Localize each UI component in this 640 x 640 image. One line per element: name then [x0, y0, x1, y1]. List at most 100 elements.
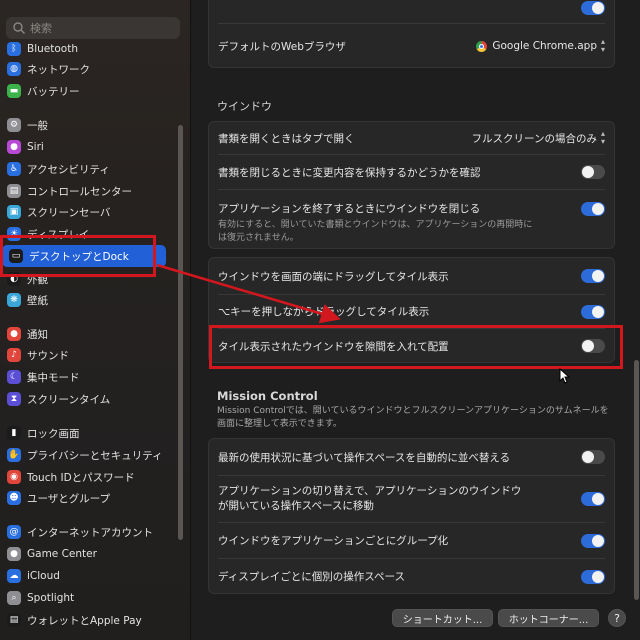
touchid-icon: ◉	[7, 470, 21, 484]
mission-control-title: Mission Control	[217, 389, 318, 403]
sidebar-item-label: Touch IDとパスワード	[27, 471, 135, 484]
sidebar-item-touchid[interactable]: ◉ Touch IDとパスワード	[0, 466, 182, 488]
users-icon: ☻	[7, 491, 21, 505]
windows-section-title: ウインドウ	[217, 100, 272, 113]
tile-margins-label: タイル表示されたウインドウを隙間を入れて配置	[218, 340, 449, 353]
search-field[interactable]: 検索	[6, 17, 180, 39]
screensaver-icon: ▣	[7, 205, 21, 219]
sidebar-item-game-center[interactable]: ● Game Center	[0, 543, 182, 565]
sidebar-item-label: iCloud	[27, 570, 60, 582]
open-tabs-label: 書類を開くときはタブで開く	[218, 132, 355, 145]
sidebar-item-label: ウォレットとApple Pay	[27, 614, 142, 627]
sound-icon: ♪	[7, 348, 21, 362]
battery-icon: ▬	[7, 84, 21, 98]
sidebar-item-label: デスクトップとDock	[29, 250, 129, 263]
sidebar-item-siri[interactable]: ● Siri	[0, 136, 182, 158]
sidebar-item-label: コントロールセンター	[27, 185, 132, 198]
close-windows-toggle[interactable]	[581, 202, 605, 216]
wallpaper-icon: ❋	[7, 293, 21, 307]
updown-chevron-icon: ▴ ▾	[600, 129, 605, 146]
internet-accounts-icon: @	[7, 525, 21, 539]
sidebar-scrollbar[interactable]	[178, 125, 183, 540]
sidebar-item-accessibility[interactable]: ♿ アクセシビリティ	[0, 158, 182, 180]
separate-spaces-label: ディスプレイごとに個別の操作スペース	[218, 571, 406, 583]
sidebar-item-sound[interactable]: ♪ サウンド	[0, 344, 182, 366]
group-by-app-toggle[interactable]	[581, 533, 605, 548]
sidebar-item-control-center[interactable]: ▤ コントロールセンター	[0, 180, 182, 202]
sidebar: 検索 ᛒ Bluetooth ◍ ネットワーク ▬ バッテリー ⚙ 一般 ● Siri ♿ アクセシビ…	[0, 0, 191, 640]
mission-control-group: 最新の使用状況に基づいて操作スペースを自動的に並べ替える アプリケーションの切り…	[208, 438, 615, 594]
network-icon: ◍	[7, 62, 21, 76]
hot-corners-button[interactable]: ホットコーナー...	[498, 609, 599, 627]
tile-margins-toggle[interactable]	[581, 339, 605, 353]
sidebar-item-lock-screen[interactable]: ▮ ロック画面	[0, 422, 182, 444]
sidebar-item-bluetooth[interactable]: ᛒ Bluetooth	[0, 38, 182, 60]
sidebar-item-focus[interactable]: ☾ 集中モード	[0, 366, 182, 388]
row-ask-keep-changes: 書類を閉じるときに変更内容を保持するかどうかを確認	[209, 155, 614, 189]
row-open-tabs: 書類を開くときはタブで開く フルスクリーンの場合のみ ▴ ▾	[209, 122, 614, 154]
sidebar-item-label: プライバシーとセキュリティ	[27, 449, 163, 462]
sidebar-item-gear[interactable]: ⚙ 一般	[0, 114, 182, 136]
sidebar-item-label: ユーザとグループ	[27, 492, 111, 505]
separate-spaces-toggle[interactable]	[581, 569, 605, 584]
search-icon	[13, 22, 25, 34]
sidebar-item-label: ディスプレイ	[27, 228, 90, 241]
row-default-browser: デフォルトのWebブラウザ Google Chrome.app ▴ ▾	[209, 24, 614, 68]
gear-icon: ⚙	[7, 118, 21, 132]
open-tabs-popup[interactable]: フルスクリーンの場合のみ ▴ ▾	[472, 130, 606, 146]
sidebar-item-screentime[interactable]: ⧗ スクリーンタイム	[0, 388, 182, 410]
spotlight-icon: ⌕	[7, 591, 21, 605]
sidebar-item-spotlight[interactable]: ⌕ Spotlight	[0, 587, 182, 609]
sidebar-item-wallpaper[interactable]: ❋ 壁紙	[0, 289, 182, 311]
sidebar-item-dock[interactable]: ▭ デスクトップとDock	[2, 245, 166, 267]
appearance-icon: ◐	[7, 272, 21, 286]
group-by-app-label: ウインドウをアプリケーションごとにグループ化	[218, 535, 449, 547]
rearrange-toggle[interactable]	[581, 450, 605, 464]
row-switch-space: アプリケーションの切り替えで、アプリケーションのウインドウが開いている操作スペー…	[209, 476, 614, 522]
search-placeholder: 検索	[30, 22, 52, 35]
sidebar-item-label: スクリーンセーバ	[27, 206, 111, 219]
sidebar-item-label: サウンド	[27, 349, 69, 362]
sidebar-item-appearance[interactable]: ◐ 外観	[0, 268, 182, 290]
row-close-windows: アプリケーションを終了するときにウインドウを閉じる 有効にすると、開いていた書類…	[209, 190, 614, 248]
cut-off-toggle[interactable]	[581, 1, 605, 15]
rearrange-label: 最新の使用状況に基づいて操作スペースを自動的に並べ替える	[218, 451, 511, 464]
help-button[interactable]: ?	[608, 609, 626, 627]
chrome-icon	[476, 40, 488, 52]
tiling-group: ウインドウを画面の端にドラッグしてタイル表示 ⌥キーを押しながらドラッグしてタイ…	[208, 257, 615, 363]
sidebar-item-label: 通知	[27, 328, 48, 341]
shortcuts-button[interactable]: ショートカット...	[392, 609, 493, 627]
option-drag-label: ⌥キーを押しながらドラッグしてタイル表示	[218, 306, 430, 318]
sidebar-item-network[interactable]: ◍ ネットワーク	[0, 58, 182, 80]
display-icon: ☀	[7, 227, 21, 241]
ask-keep-changes-toggle[interactable]	[581, 165, 605, 179]
sidebar-item-display[interactable]: ☀ ディスプレイ	[0, 223, 182, 245]
sidebar-item-label: スクリーンタイム	[27, 393, 111, 406]
sidebar-item-screensaver[interactable]: ▣ スクリーンセーバ	[0, 201, 182, 223]
dock-icon: ▭	[9, 249, 23, 263]
sidebar-item-icloud[interactable]: ☁ iCloud	[0, 565, 182, 587]
switch-space-toggle[interactable]	[581, 492, 605, 506]
updown-chevron-icon: ▴ ▾	[600, 37, 605, 54]
default-browser-label: デフォルトのWebブラウザ	[218, 40, 346, 53]
main-scrollbar[interactable]	[634, 360, 639, 600]
sidebar-item-label: Siri	[27, 141, 44, 153]
bluetooth-icon: ᛒ	[7, 42, 21, 56]
main-pane: デフォルトのWebブラウザ Google Chrome.app ▴ ▾ ウインドウ…	[191, 0, 640, 640]
sidebar-item-battery[interactable]: ▬ バッテリー	[0, 80, 182, 102]
sidebar-item-wallet[interactable]: ▤ ウォレットとApple Pay	[0, 609, 182, 631]
row-option-drag: ⌥キーを押しながらドラッグしてタイル表示	[209, 295, 614, 328]
sidebar-item-internet-accounts[interactable]: @ インターネットアカウント	[0, 521, 182, 543]
row-drag-edge: ウインドウを画面の端にドラッグしてタイル表示	[209, 258, 614, 294]
option-drag-toggle[interactable]	[581, 304, 605, 319]
drag-edge-toggle[interactable]	[581, 269, 605, 283]
sidebar-item-users[interactable]: ☻ ユーザとグループ	[0, 487, 182, 509]
sidebar-item-privacy[interactable]: ✋ プライバシーとセキュリティ	[0, 444, 182, 466]
row-separate-spaces: ディスプレイごとに個別の操作スペース	[209, 559, 614, 594]
default-browser-popup[interactable]: Google Chrome.app ▴ ▾	[476, 38, 605, 54]
siri-icon: ●	[7, 140, 21, 154]
sidebar-item-notifications[interactable]: ● 通知	[0, 323, 182, 345]
browser-group: デフォルトのWebブラウザ Google Chrome.app ▴ ▾	[208, 0, 615, 68]
notifications-icon: ●	[7, 327, 21, 341]
sidebar-item-label: 一般	[27, 119, 48, 132]
